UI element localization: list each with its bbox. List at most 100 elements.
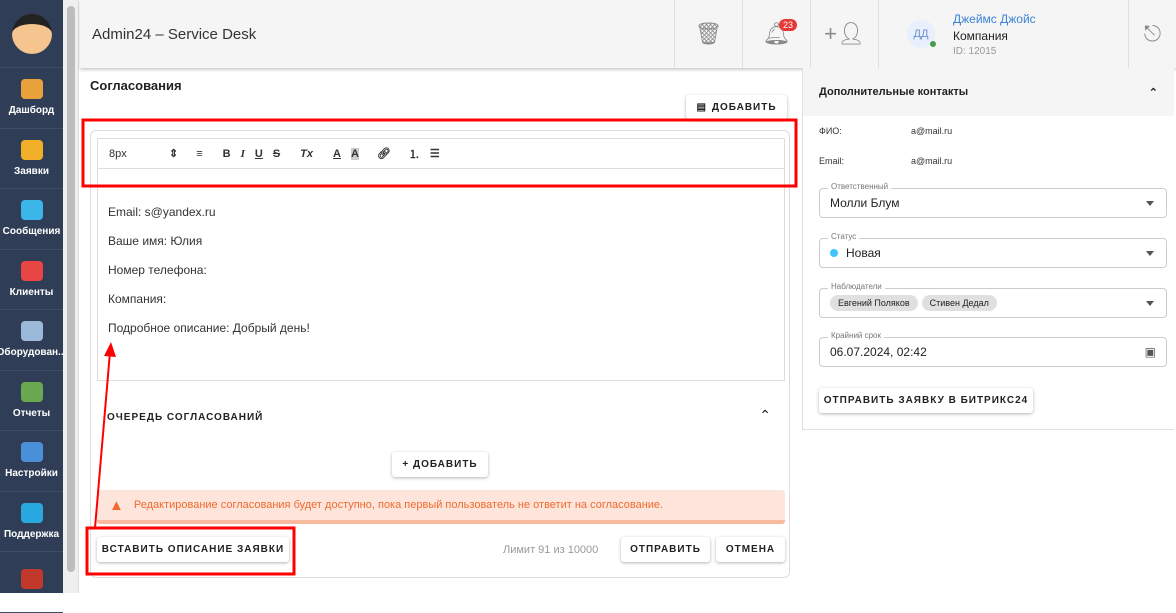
avatar: ДД bbox=[907, 20, 936, 48]
trash-button[interactable]: 🗑︎ bbox=[674, 0, 742, 68]
user-company: Компания bbox=[953, 28, 1008, 43]
warning-banner: ▲ Редактирование согласования будет досту… bbox=[97, 490, 785, 524]
editor-line: Ваше имя: Юлия bbox=[108, 234, 203, 248]
logout-button[interactable]: ⎋ bbox=[1128, 0, 1176, 68]
font-size-select[interactable]: 8px bbox=[109, 148, 169, 160]
sidebar-item-label: Сообщения bbox=[2, 226, 61, 238]
status-label: Статус bbox=[828, 232, 860, 241]
sidebar-item[interactable]: Оборудован... bbox=[0, 310, 66, 371]
add-label: ДОБАВИТЬ bbox=[711, 101, 777, 113]
underline-button[interactable]: U bbox=[255, 148, 263, 160]
sidebar-icon bbox=[20, 381, 43, 402]
sidebar-item[interactable]: Поддержка bbox=[0, 492, 63, 552]
editor-line: Компания: bbox=[108, 292, 167, 306]
deadline-value: 06.07.2024, 02:42 bbox=[830, 345, 927, 359]
editor-line: Подробное описание: Добрый день! bbox=[108, 321, 310, 335]
contacts-title: Дополнительные контакты bbox=[819, 86, 969, 98]
section-title: Согласования bbox=[90, 78, 182, 93]
sidebar-icon bbox=[20, 502, 43, 523]
sidebar-item[interactable]: Отчеты bbox=[0, 371, 63, 431]
sidebar-icon bbox=[20, 442, 43, 463]
cancel-button[interactable]: ОТМЕНА bbox=[716, 537, 785, 562]
strike-button[interactable]: S bbox=[273, 148, 280, 160]
clear-format-button[interactable]: Tx bbox=[300, 148, 313, 160]
sidebar-icon bbox=[20, 260, 43, 281]
sidebar-item[interactable] bbox=[0, 552, 63, 613]
text-color-button[interactable]: A bbox=[333, 148, 341, 160]
sidebar-item-label: Поддержка bbox=[3, 528, 60, 540]
editor-line: Email: s@yandex.ru bbox=[108, 205, 216, 219]
approval-queue-title[interactable]: ОЧЕРЕДЬ СОГЛАСОВАНИЙ bbox=[107, 412, 263, 423]
comment-icon: ▤ bbox=[696, 101, 707, 113]
watcher-chip[interactable]: Стивен Дедал bbox=[921, 295, 997, 311]
add-approval-button[interactable]: ▤ ДОБАВИТЬ bbox=[686, 95, 787, 119]
logo-avatar[interactable] bbox=[0, 0, 63, 68]
chevron-up-icon[interactable]: ⌃ bbox=[1149, 86, 1158, 99]
approval-card: 8px ⇕ ≡ B I U S Tx A A 🔗︎ ⒈ ☰ Email: s@ya… bbox=[90, 130, 790, 578]
notifications-button[interactable]: 🔔︎ 23 bbox=[742, 0, 810, 68]
sidebar-icon bbox=[20, 321, 43, 342]
add-queue-button[interactable]: + ДОБАВИТЬ bbox=[392, 452, 488, 477]
app-title: Admin24 – Service Desk bbox=[92, 25, 257, 43]
insert-description-button[interactable]: ВСТАВИТЬ ОПИСАНИЕ ЗАЯВКИ bbox=[97, 537, 289, 562]
sidebar-icon bbox=[20, 568, 43, 589]
contact-row: ФИО: a@mail.ru bbox=[803, 126, 1174, 146]
deadline-label: Крайний срок bbox=[828, 331, 885, 340]
link-icon[interactable]: 🔗︎ bbox=[377, 147, 391, 160]
header: Admin24 – Service Desk 🗑︎ 🔔︎ 23 +👤︎ ДД Дж… bbox=[80, 0, 1176, 68]
add-user-button[interactable]: +👤︎ bbox=[810, 0, 878, 68]
sidebar-icon bbox=[20, 79, 43, 100]
send-to-bitrix-button[interactable]: ОТПРАВИТЬ ЗАЯВКУ В БИТРИКС24 bbox=[819, 388, 1033, 413]
watchers-label: Наблюдатели bbox=[828, 282, 885, 291]
user-name[interactable]: Джеймс Джойс bbox=[953, 12, 1036, 26]
sidebar-icon bbox=[20, 139, 43, 160]
dropdown-arrow-icon bbox=[1146, 301, 1154, 310]
calendar-icon[interactable]: ▣ bbox=[1145, 345, 1156, 359]
bullet-list-icon[interactable]: ☰ bbox=[430, 147, 440, 160]
ordered-list-icon[interactable]: ⒈ bbox=[409, 146, 420, 162]
online-dot bbox=[930, 41, 936, 47]
align-icon[interactable]: ≡ bbox=[196, 148, 202, 160]
sidebar: Дашборд Заявки Сообщения Клиенты Оборудован.… bbox=[0, 0, 66, 613]
bg-color-button[interactable]: A bbox=[350, 147, 359, 160]
sidebar-item[interactable]: Настройки bbox=[0, 431, 63, 492]
user-id: ID: 12015 bbox=[953, 45, 997, 57]
deadline-field[interactable]: Крайний срок 06.07.2024, 02:42 ▣ bbox=[819, 331, 1167, 367]
responsible-select[interactable]: Ответственный Молли Блум bbox=[819, 182, 1167, 218]
scrollbar-thumb[interactable] bbox=[67, 6, 75, 572]
watchers-select[interactable]: Наблюдатели Евгений Поляков Стивен Дедал bbox=[819, 282, 1167, 318]
bold-button[interactable]: B bbox=[223, 148, 231, 160]
status-value: Новая bbox=[846, 246, 881, 260]
contact-row: Email: a@mail.ru bbox=[803, 156, 1174, 176]
italic-button[interactable]: I bbox=[241, 148, 245, 160]
sidebar-item[interactable]: Клиенты bbox=[0, 250, 63, 310]
sidebar-icon bbox=[20, 200, 43, 221]
watcher-chip[interactable]: Евгений Поляков bbox=[830, 295, 918, 311]
status-dot-icon bbox=[830, 249, 838, 257]
editor-content[interactable]: Email: s@yandex.ru Ваше имя: Юлия Номер те… bbox=[97, 169, 785, 381]
chevron-up-icon[interactable]: ⌃ bbox=[759, 407, 771, 424]
trash-icon: 🗑︎ bbox=[694, 21, 723, 46]
char-limit: Лимит 91 из 10000 bbox=[503, 544, 599, 556]
sidebar-item[interactable]: Дашборд bbox=[0, 68, 63, 129]
sidebar-item-label: Отчеты bbox=[12, 407, 51, 419]
sidebar-item[interactable]: Сообщения bbox=[0, 189, 63, 250]
responsible-value: Молли Блум bbox=[830, 196, 900, 210]
sidebar-item-label: Дашборд bbox=[8, 105, 55, 117]
sidebar-item-label: Клиенты bbox=[9, 286, 54, 298]
status-select[interactable]: Статус Новая bbox=[819, 232, 1167, 268]
logout-icon: ⎋ bbox=[1143, 21, 1162, 46]
send-button[interactable]: ОТПРАВИТЬ bbox=[621, 537, 710, 562]
face-icon bbox=[11, 13, 52, 54]
user-profile[interactable]: ДД Джеймс Джойс Компания ID: 12015 bbox=[878, 0, 1128, 68]
sidebar-item-label: Заявки bbox=[14, 165, 49, 177]
contacts-header[interactable]: Дополнительные контакты ⌃ bbox=[803, 68, 1174, 116]
font-size-arrows-icon: ⇕ bbox=[169, 148, 179, 160]
contact-key: Email: bbox=[819, 156, 845, 166]
details-panel: Дополнительные контакты ⌃ ФИО: a@mail.ru Em… bbox=[802, 68, 1174, 430]
sidebar-item-label: Настройки bbox=[5, 468, 58, 480]
sidebar-item[interactable]: Заявки bbox=[0, 129, 63, 189]
editor-toolbar: 8px ⇕ ≡ B I U S Tx A A 🔗︎ ⒈ ☰ bbox=[97, 138, 785, 169]
contact-value: a@mail.ru bbox=[911, 126, 953, 136]
editor-line: Номер телефона: bbox=[108, 263, 207, 277]
